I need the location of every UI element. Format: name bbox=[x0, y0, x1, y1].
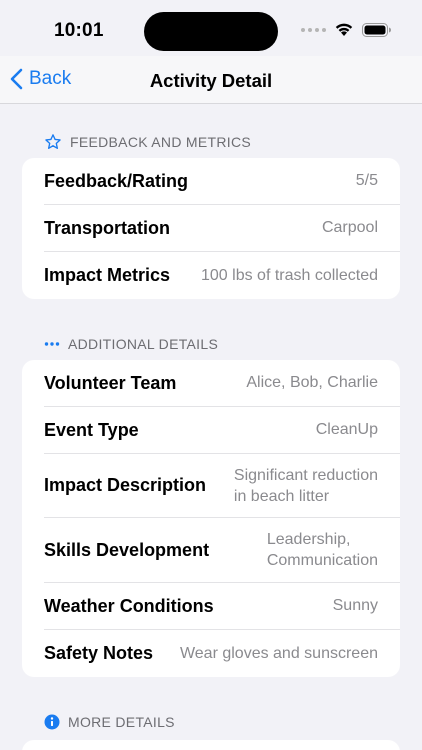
additional-details-card: Volunteer Team Alice, Bob, Charlie Event… bbox=[22, 360, 400, 677]
wifi-icon bbox=[335, 23, 353, 36]
section-header-label: ADDITIONAL DETAILS bbox=[68, 336, 219, 352]
section-header-label: MORE DETAILS bbox=[68, 714, 175, 730]
list-item: Impact Description Significant reduction… bbox=[44, 454, 400, 518]
cellular-signal-icon bbox=[301, 27, 326, 32]
row-value-line: Communication bbox=[266, 552, 378, 569]
row-label: Impact Metrics bbox=[44, 265, 171, 285]
section-header-more: MORE DETAILS bbox=[44, 714, 175, 730]
row-value: Alice, Bob, Charlie bbox=[246, 374, 378, 391]
more-details-card bbox=[22, 740, 400, 750]
row-label: Feedback/Rating bbox=[44, 170, 189, 191]
list-item: Volunteer Team Alice, Bob, Charlie bbox=[44, 360, 400, 407]
row-value-line: Significant reduction bbox=[233, 466, 378, 484]
section-header-additional: ADDITIONAL DETAILS bbox=[44, 336, 218, 352]
list-item: Impact Metrics 100 lbs of trash collecte… bbox=[44, 252, 400, 299]
battery-icon bbox=[362, 22, 391, 37]
row-value: Sunny bbox=[332, 597, 378, 614]
section-header-label: FEEDBACK AND METRICS bbox=[70, 134, 252, 150]
section-header-feedback: FEEDBACK AND METRICS bbox=[44, 133, 251, 151]
row-value: Leadership, Communication bbox=[267, 529, 378, 571]
list-item: Event Type CleanUp bbox=[44, 407, 400, 454]
info-icon bbox=[44, 714, 60, 730]
status-icons bbox=[301, 22, 392, 37]
row-value-line: in beach litter bbox=[233, 487, 330, 505]
row-label: Weather Conditions bbox=[44, 595, 214, 616]
row-value: 5/5 bbox=[355, 172, 378, 189]
row-value: Wear gloves and sunscreen bbox=[179, 644, 378, 662]
row-label: Event Type bbox=[44, 419, 139, 440]
status-bar: 10:01 bbox=[0, 0, 422, 60]
row-value-line: Leadership, bbox=[266, 531, 351, 548]
row-value: Carpool bbox=[321, 219, 378, 236]
row-label: Transportation bbox=[44, 217, 171, 238]
list-item: Safety Notes Wear gloves and sunscreen bbox=[44, 630, 400, 677]
ellipsis-icon bbox=[44, 342, 60, 346]
row-value: CleanUp bbox=[315, 421, 378, 438]
list-item: Skills Development Leadership, Communica… bbox=[44, 518, 400, 583]
row-label: Impact Description bbox=[44, 475, 207, 495]
star-icon bbox=[45, 134, 61, 149]
page-title: Activity Detail bbox=[149, 70, 273, 91]
list-item: Weather Conditions Sunny bbox=[44, 583, 400, 630]
row-value: Significant reduction in beach litter bbox=[234, 465, 378, 507]
row-label: Safety Notes bbox=[44, 643, 154, 663]
navigation-bar: Back Activity Detail bbox=[0, 56, 422, 104]
status-time: 10:01 bbox=[54, 20, 104, 41]
row-label: Volunteer Team bbox=[44, 372, 177, 393]
row-label: Skills Development bbox=[44, 539, 210, 560]
dynamic-island bbox=[144, 12, 278, 51]
row-value: 100 lbs of trash collected bbox=[201, 266, 378, 284]
list-item: Transportation Carpool bbox=[44, 205, 400, 252]
list-item: Feedback/Rating 5/5 bbox=[44, 158, 400, 205]
feedback-card: Feedback/Rating 5/5 Transportation Carpo… bbox=[22, 158, 400, 299]
